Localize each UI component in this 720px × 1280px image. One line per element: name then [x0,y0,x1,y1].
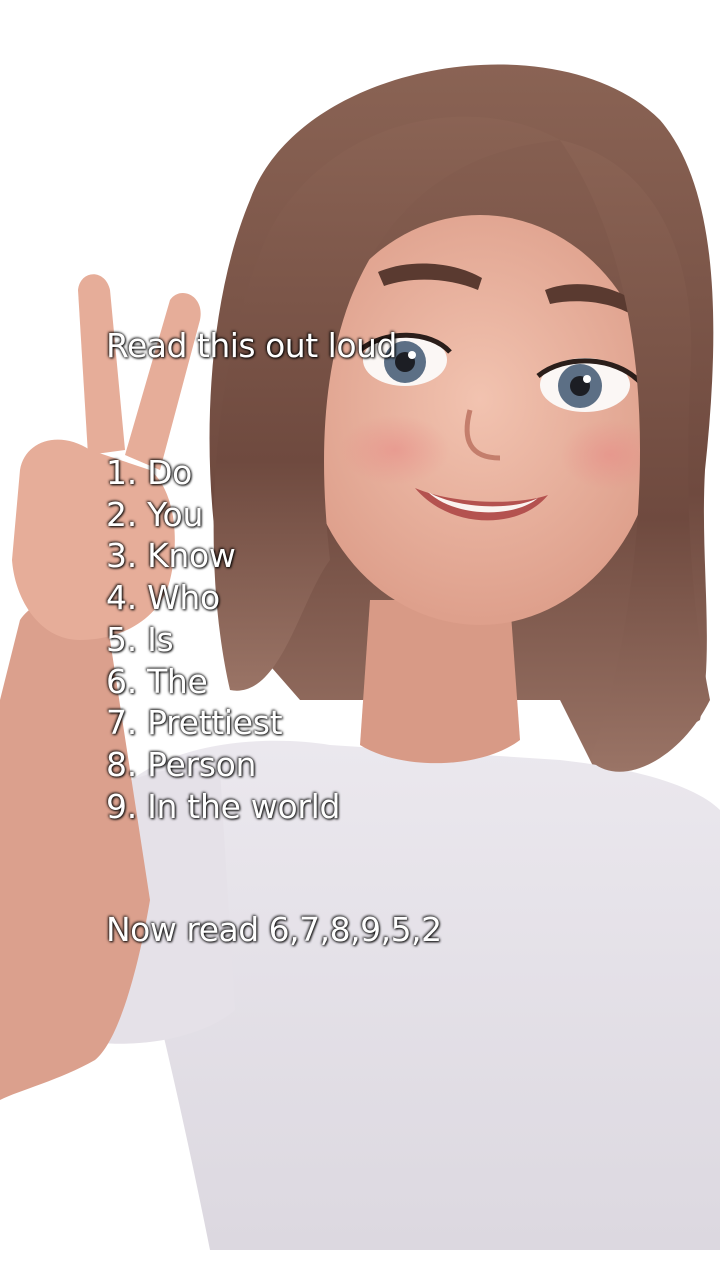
list-item: 6. The [106,661,208,701]
neck [360,600,520,764]
list-item: 3. Know [106,536,236,576]
list-item: 7. Prettiest [106,703,283,743]
list-item: 4. Who [106,578,220,618]
numbered-list: 1. Do 2. You 3. Know 4. Who 5. Is 6. The… [106,452,340,827]
list-item: 1. Do [106,453,193,492]
left-cheek [340,415,450,485]
middle-finger [125,292,201,470]
heading-text: Read this out loud [106,326,397,365]
instruction-text: Now read 6,7,8,9,5,2 [106,910,442,949]
list-item: 2. You [106,494,204,534]
list-item: 8. Person [106,744,257,784]
list-item: 9. In the world [106,786,341,826]
list-item: 5. Is [106,619,174,659]
video-frame: Read this out loud 1. Do 2. You 3. Know … [0,0,720,1280]
